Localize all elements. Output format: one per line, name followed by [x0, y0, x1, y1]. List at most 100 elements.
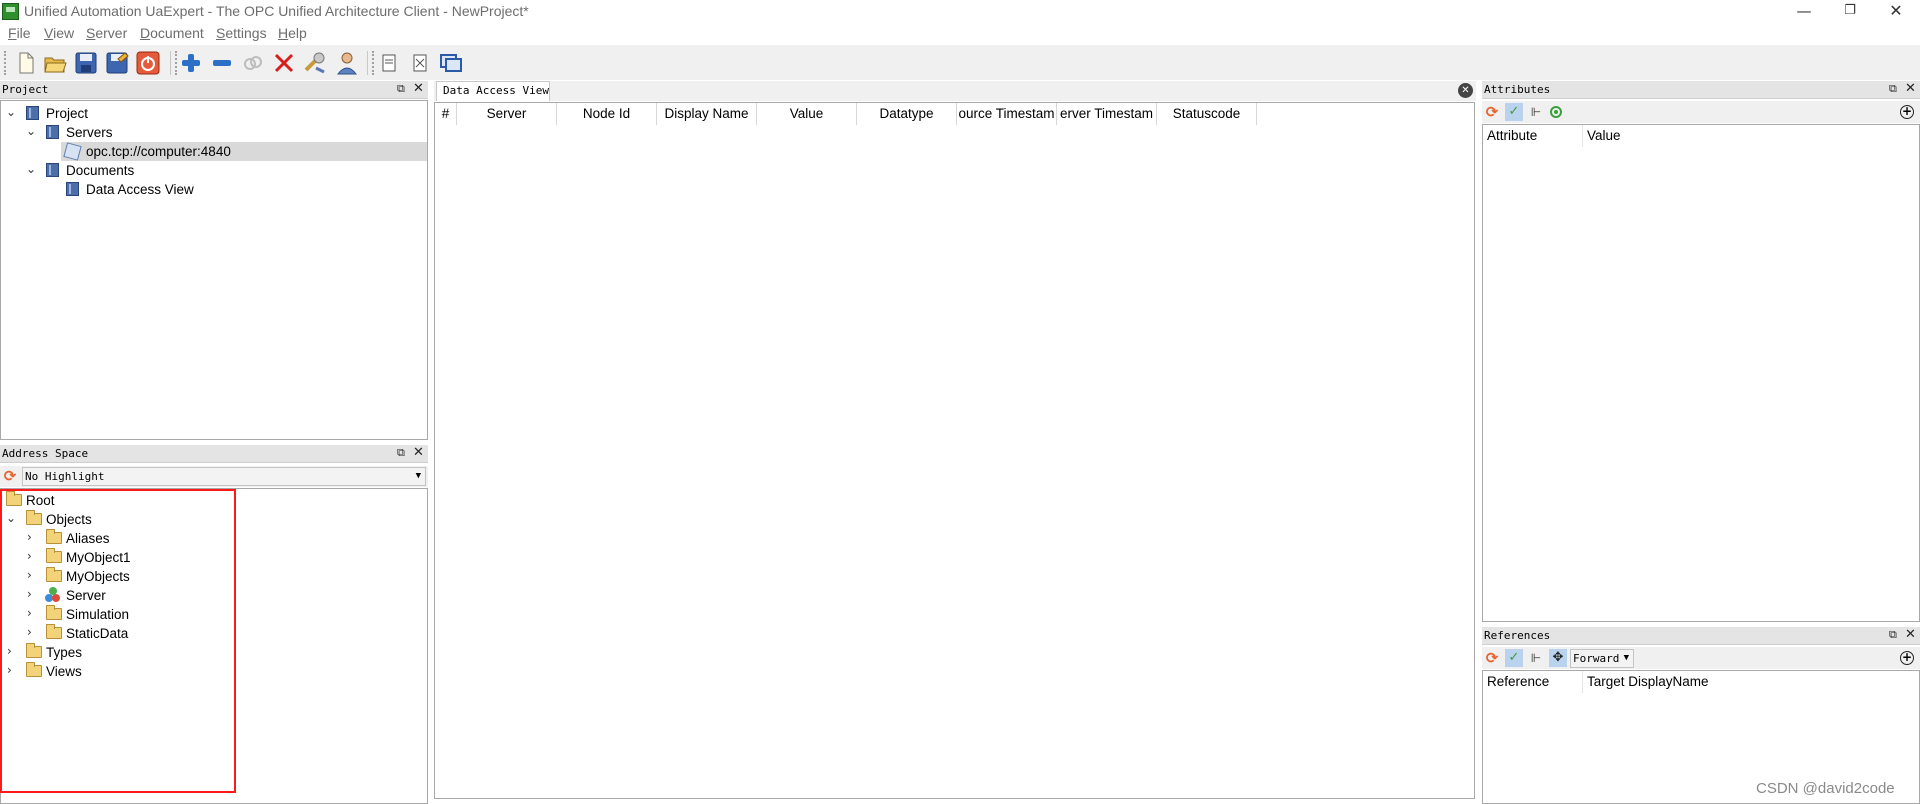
- tree-item-aliases[interactable]: › Aliases: [1, 529, 427, 548]
- chevron-right-icon[interactable]: ›: [27, 625, 32, 639]
- restore-button[interactable]: ❐: [1827, 0, 1873, 22]
- address-space-tree: Root ⌄ Objects › Aliases › MyObject1 › M…: [0, 488, 428, 804]
- save-as-icon[interactable]: [104, 50, 130, 76]
- tree-item-types[interactable]: › Types: [1, 643, 427, 662]
- column-header-node-id[interactable]: Node Id: [557, 103, 657, 125]
- chevron-down-icon[interactable]: ⌄: [26, 124, 36, 138]
- chevron-down-icon[interactable]: ⌄: [6, 105, 16, 119]
- references-toolbar: ⟳ ✓ ⊩ ✥ Forward ▼ +: [1482, 647, 1920, 669]
- tree-item-documents[interactable]: ⌄ Documents: [1, 161, 427, 180]
- check-icon[interactable]: ✓: [1505, 649, 1523, 667]
- tree-item-myobjects[interactable]: › MyObjects: [1, 567, 427, 586]
- disconnect-all-icon[interactable]: [135, 50, 161, 76]
- column-header-attr-value[interactable]: Value: [1583, 125, 1783, 147]
- menu-document[interactable]: Document: [140, 25, 204, 41]
- close-panel-icon[interactable]: ✕: [1905, 81, 1916, 96]
- float-panel-icon[interactable]: ⧉: [397, 446, 405, 460]
- column-header-source-timestamp[interactable]: ource Timestam: [957, 103, 1057, 125]
- chevron-down-icon[interactable]: ⌄: [26, 162, 36, 176]
- close-window-button[interactable]: ✕: [1873, 0, 1919, 22]
- column-header-target-displayname[interactable]: Target DisplayName: [1583, 671, 1783, 693]
- toolbar-grip[interactable]: [4, 51, 8, 75]
- folder-icon: [46, 529, 62, 544]
- tree-item-project[interactable]: ⌄ Project: [1, 104, 427, 123]
- monitor-target-icon[interactable]: [1550, 106, 1562, 118]
- tree-item-views[interactable]: › Views: [1, 662, 427, 681]
- chevron-right-icon[interactable]: ›: [7, 663, 12, 677]
- hierarchy-icon[interactable]: ⊩: [1527, 649, 1545, 667]
- float-panel-icon[interactable]: ⧉: [397, 82, 405, 96]
- close-tab-icon[interactable]: ✕: [1458, 83, 1473, 98]
- chevron-down-icon[interactable]: ⌄: [6, 511, 16, 525]
- main-toolbar: [0, 45, 1920, 80]
- chevron-right-icon[interactable]: ›: [27, 530, 32, 544]
- tree-item-myobject1[interactable]: › MyObject1: [1, 548, 427, 567]
- new-project-icon[interactable]: [12, 50, 38, 76]
- float-panel-icon[interactable]: ⧉: [1889, 628, 1897, 642]
- windows-icon[interactable]: [438, 50, 464, 76]
- user-icon[interactable]: [334, 50, 360, 76]
- column-header-statuscode[interactable]: Statuscode: [1157, 103, 1257, 125]
- attributes-panel-header: Attributes ⧉ ✕: [1482, 81, 1920, 99]
- add-circle-icon[interactable]: +: [1900, 105, 1914, 119]
- project-panel-title: Project: [2, 83, 49, 96]
- tree-item-server[interactable]: › Server: [1, 586, 427, 605]
- reference-direction-select[interactable]: Forward ▼: [1570, 649, 1634, 668]
- document-icon: [66, 182, 79, 196]
- refresh-icon[interactable]: ⟳: [2, 468, 18, 484]
- chevron-right-icon[interactable]: ›: [27, 549, 32, 563]
- browse-references-icon[interactable]: ✥: [1549, 649, 1567, 667]
- save-project-icon[interactable]: [73, 50, 99, 76]
- menu-settings[interactable]: Settings: [216, 25, 267, 41]
- column-header-server-timestamp[interactable]: erver Timestam: [1057, 103, 1157, 125]
- open-project-icon[interactable]: [42, 50, 68, 76]
- folder-icon: [26, 662, 42, 677]
- project-icon: [26, 106, 39, 120]
- refresh-icon[interactable]: ⟳: [1484, 104, 1500, 120]
- check-icon[interactable]: ✓: [1505, 103, 1523, 121]
- close-panel-icon[interactable]: ✕: [413, 445, 424, 460]
- add-document-icon[interactable]: [376, 50, 402, 76]
- column-header-reference[interactable]: Reference: [1483, 671, 1583, 693]
- menu-server[interactable]: Server: [86, 25, 127, 41]
- tree-item-simulation[interactable]: › Simulation: [1, 605, 427, 624]
- menu-help[interactable]: Help: [278, 25, 307, 41]
- delete-icon[interactable]: [271, 50, 297, 76]
- column-header-server[interactable]: Server: [457, 103, 557, 125]
- menu-view[interactable]: View: [44, 25, 74, 41]
- title-bar: Unified Automation UaExpert - The OPC Un…: [0, 0, 1920, 23]
- close-panel-icon[interactable]: ✕: [413, 81, 424, 96]
- chevron-right-icon[interactable]: ›: [27, 568, 32, 582]
- tree-item-root[interactable]: Root: [1, 491, 427, 510]
- add-server-icon[interactable]: [178, 50, 204, 76]
- close-panel-icon[interactable]: ✕: [1905, 627, 1916, 642]
- tree-item-servers[interactable]: ⌄ Servers: [1, 123, 427, 142]
- tree-item-staticdata[interactable]: › StaticData: [1, 624, 427, 643]
- column-header-datatype[interactable]: Datatype: [857, 103, 957, 125]
- connect-icon[interactable]: [240, 50, 266, 76]
- column-header-attribute[interactable]: Attribute: [1483, 125, 1583, 147]
- minimize-button[interactable]: —: [1781, 0, 1827, 22]
- add-circle-icon[interactable]: +: [1900, 651, 1914, 665]
- menu-bar: File View Server Document Settings Help: [0, 23, 1920, 45]
- column-header-value[interactable]: Value: [757, 103, 857, 125]
- menu-file[interactable]: File: [8, 25, 31, 41]
- chevron-right-icon[interactable]: ›: [7, 644, 12, 658]
- remove-document-icon[interactable]: [407, 50, 433, 76]
- settings-wrench-icon[interactable]: [302, 50, 328, 76]
- tab-data-access-view[interactable]: Data Access View: [436, 81, 550, 101]
- column-header-index[interactable]: #: [435, 103, 457, 125]
- tree-item-objects[interactable]: ⌄ Objects: [1, 510, 427, 529]
- folder-icon: [26, 643, 42, 658]
- column-header-display-name[interactable]: Display Name: [657, 103, 757, 125]
- project-panel-header: Project ⧉ ✕: [0, 81, 428, 99]
- refresh-icon[interactable]: ⟳: [1484, 650, 1500, 666]
- chevron-right-icon[interactable]: ›: [27, 587, 32, 601]
- float-panel-icon[interactable]: ⧉: [1889, 82, 1897, 96]
- hierarchy-icon[interactable]: ⊩: [1527, 103, 1545, 121]
- tree-item-data-access-view[interactable]: Data Access View: [1, 180, 427, 199]
- tree-item-server-endpoint[interactable]: opc.tcp://computer:4840: [61, 142, 427, 161]
- chevron-right-icon[interactable]: ›: [27, 606, 32, 620]
- remove-server-icon[interactable]: [209, 50, 235, 76]
- highlight-select[interactable]: No Highlight ▼: [22, 467, 426, 486]
